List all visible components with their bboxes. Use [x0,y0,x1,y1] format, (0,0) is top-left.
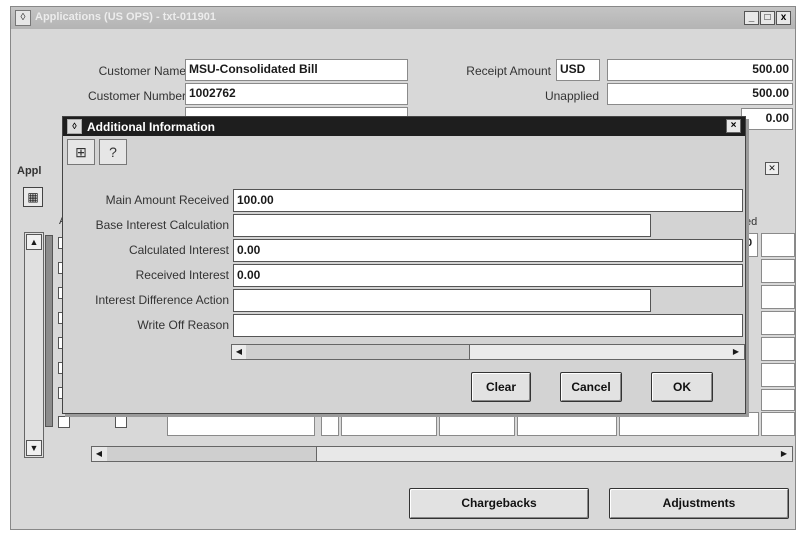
column-header-partial-right: ed [745,216,758,228]
scroll-right-arrow-icon[interactable]: ▶ [777,447,791,461]
receipt-amount-field[interactable]: 500.00 [607,59,793,81]
row-checkbox[interactable] [58,416,70,428]
interest-difference-action-field[interactable] [233,289,651,312]
row-cell[interactable] [439,412,515,436]
section-collapse-icon[interactable]: ✕ [765,162,779,175]
currency-field[interactable]: USD [556,59,600,81]
row-cell[interactable] [619,412,759,436]
row-cell[interactable] [167,412,315,436]
customer-name-label: Customer Name [98,64,186,78]
folder-tool-icon[interactable]: ▦ [23,187,43,207]
row-value-cell[interactable]: 0 [744,233,758,257]
row-cell[interactable] [517,412,617,436]
received-interest-label: Received Interest [135,268,229,282]
calculated-interest-field[interactable]: 0.00 [233,239,743,262]
dialog-scroll-right-icon[interactable]: ▶ [729,345,743,359]
row-cell[interactable] [341,412,437,436]
dialog-menu-icon[interactable]: ◊ [67,119,82,134]
adjustments-button[interactable]: Adjustments [609,488,789,519]
receipt-amount-label: Receipt Amount [466,64,551,78]
scroll-up-arrow-icon[interactable]: ▲ [26,234,42,250]
window-title: Applications (US OPS) - txt-011901 [35,11,216,23]
close-icon[interactable]: x [776,11,791,25]
horizontal-scroll-thumb[interactable] [107,447,317,461]
cancel-button[interactable]: Cancel [560,372,622,402]
row-cell[interactable] [321,412,339,436]
row-cell[interactable] [761,259,795,283]
ok-button[interactable]: OK [651,372,713,402]
base-interest-calculation-label: Base Interest Calculation [95,218,229,232]
row-apply-checkbox[interactable] [115,416,127,428]
applications-section-label: Appl [17,165,42,177]
dialog-title: Additional Information [87,120,215,134]
clear-button[interactable]: Clear [471,372,531,402]
unapplied-field[interactable]: 500.00 [607,83,793,105]
window-titlebar: ◊ Applications (US OPS) - txt-011901 _ □… [11,7,795,29]
customer-number-field[interactable]: 1002762 [185,83,408,105]
customer-number-label: Customer Number [87,89,186,103]
calculated-interest-label: Calculated Interest [128,243,229,257]
scroll-down-arrow-icon[interactable]: ▼ [26,440,42,456]
interest-difference-action-label: Interest Difference Action [95,293,229,307]
row-cell[interactable] [761,337,795,361]
additional-information-dialog: ◊ Additional Information × ⊞ ? Main Amou… [62,116,746,414]
row-cell[interactable] [761,233,795,257]
row-indicator-strip[interactable] [45,235,53,427]
customer-name-field[interactable]: MSU-Consolidated Bill [185,59,408,81]
row-cell[interactable] [761,285,795,309]
dialog-titlebar: ◊ Additional Information × [63,117,745,136]
form-view-icon[interactable]: ⊞ [67,139,95,165]
main-amount-received-label: Main Amount Received [105,193,229,207]
scroll-left-arrow-icon[interactable]: ◀ [92,447,106,461]
maximize-icon[interactable]: □ [760,11,775,25]
row-cell[interactable] [761,311,795,335]
row-cell[interactable] [761,389,795,411]
dialog-scroll-left-icon[interactable]: ◀ [232,345,246,359]
received-interest-field[interactable]: 0.00 [233,264,743,287]
dialog-horizontal-scroll-thumb[interactable] [246,345,470,359]
third-amount-field[interactable]: 0.00 [741,108,793,130]
write-off-reason-label: Write Off Reason [137,318,229,332]
unapplied-label: Unapplied [544,89,599,103]
help-icon[interactable]: ? [99,139,127,165]
row-cell[interactable] [761,412,795,436]
rows-vertical-scrollbar[interactable] [24,232,44,458]
chargebacks-button[interactable]: Chargebacks [409,488,589,519]
window-menu-icon[interactable]: ◊ [15,10,31,26]
main-amount-received-field[interactable]: 100.00 [233,189,743,212]
row-cell[interactable] [761,363,795,387]
dialog-close-icon[interactable]: × [726,119,741,133]
minimize-icon[interactable]: _ [744,11,759,25]
write-off-reason-field[interactable] [233,314,743,337]
base-interest-calculation-field[interactable] [233,214,651,237]
